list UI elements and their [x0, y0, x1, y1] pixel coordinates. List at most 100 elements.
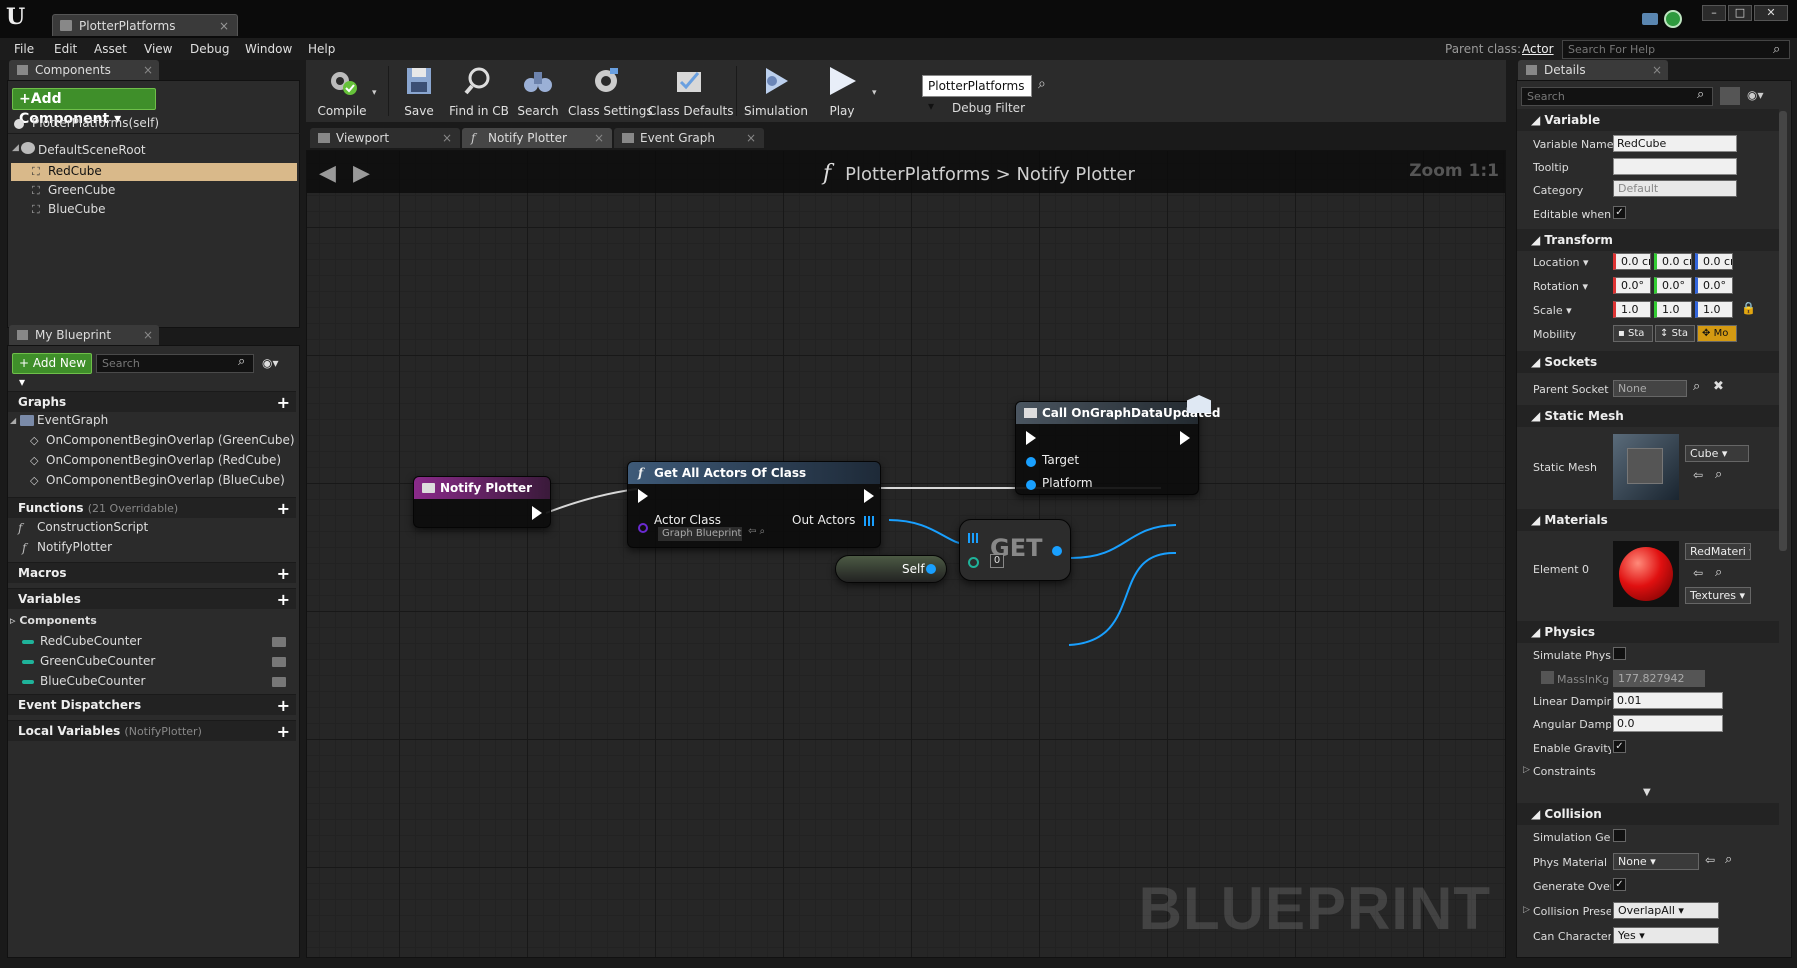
- material-select[interactable]: RedMateri ▾: [1685, 543, 1751, 560]
- macros-section-header[interactable]: Macros +: [8, 562, 296, 583]
- add-graph-icon[interactable]: +: [277, 392, 290, 413]
- view-options-icon[interactable]: ◉▾: [262, 356, 279, 370]
- event-item-red[interactable]: OnComponentBeginOverlap (RedCube): [46, 453, 281, 467]
- menu-window[interactable]: Window: [245, 42, 292, 56]
- close-tab-icon[interactable]: ×: [442, 128, 452, 148]
- add-variable-icon[interactable]: +: [277, 589, 290, 610]
- variable-red-cube-counter[interactable]: RedCubeCounter: [22, 634, 294, 648]
- close-window-button[interactable]: ✕: [1754, 5, 1788, 21]
- local-variables-section-header[interactable]: Local Variables (NotifyPlotter) +: [8, 720, 296, 741]
- category-select[interactable]: Default: [1613, 180, 1737, 197]
- expand-arrow-icon[interactable]: ▷: [1523, 905, 1530, 915]
- collision-preset-select[interactable]: OverlapAll ▾: [1613, 902, 1719, 919]
- can-character-select[interactable]: Yes ▾: [1613, 927, 1719, 944]
- menu-debug[interactable]: Debug: [190, 42, 229, 56]
- variable-section-header[interactable]: ◢ Variable: [1517, 109, 1779, 131]
- event-item-green[interactable]: OnComponentBeginOverlap (GreenCube): [46, 433, 295, 447]
- add-component-button[interactable]: +Add Component ▾: [12, 88, 156, 127]
- tooltip-input[interactable]: [1613, 158, 1737, 175]
- target-pin[interactable]: [1026, 457, 1036, 467]
- variables-section-header[interactable]: Variables +: [8, 588, 296, 609]
- scale-y-input[interactable]: 1.0: [1654, 301, 1692, 318]
- component-default-scene-root[interactable]: DefaultSceneRoot: [38, 143, 146, 157]
- component-blue-cube[interactable]: BlueCube: [48, 202, 106, 216]
- browse-icon[interactable]: ⌕: [1725, 852, 1732, 867]
- static-mesh-section-header[interactable]: ◢ Static Mesh: [1517, 405, 1779, 427]
- use-selected-arrow-icon[interactable]: ⇦: [1693, 468, 1703, 482]
- rotation-x-input[interactable]: 0.0°: [1613, 277, 1651, 294]
- menu-help[interactable]: Help: [308, 42, 335, 56]
- use-selected-arrow-icon[interactable]: ⇦: [1705, 853, 1715, 867]
- event-item-blue[interactable]: OnComponentBeginOverlap (BlueCube): [46, 473, 285, 487]
- components-category[interactable]: ▹ Components: [10, 614, 97, 627]
- debug-filter-select[interactable]: PlotterPlatforms ▾: [922, 75, 1032, 113]
- expand-arrow-icon[interactable]: ◢: [10, 416, 16, 425]
- component-red-cube[interactable]: RedCube: [48, 164, 102, 178]
- details-tab[interactable]: Details ×: [1518, 60, 1668, 80]
- mobility-movable-option[interactable]: ✥ Mo: [1697, 325, 1737, 342]
- function-construction-script[interactable]: ConstructionScript: [37, 520, 148, 534]
- close-tab-icon[interactable]: ×: [143, 60, 153, 80]
- unreal-logo-icon[interactable]: U: [6, 4, 25, 30]
- document-tab[interactable]: PlotterPlatforms ×: [52, 14, 238, 36]
- expand-arrow-icon[interactable]: ◢: [12, 143, 19, 153]
- transform-section-header[interactable]: ◢ Transform: [1517, 229, 1779, 251]
- rotation-z-input[interactable]: 0.0°: [1695, 277, 1733, 294]
- menu-asset[interactable]: Asset: [94, 42, 127, 56]
- scale-x-input[interactable]: 1.0: [1613, 301, 1651, 318]
- browse-icon[interactable]: ⌕: [1715, 565, 1722, 580]
- maximize-button[interactable]: □: [1728, 5, 1752, 21]
- enable-gravity-checkbox[interactable]: ✓: [1613, 740, 1626, 753]
- minimize-button[interactable]: –: [1702, 5, 1726, 21]
- index-pin[interactable]: [968, 557, 979, 568]
- exec-out-pin[interactable]: [864, 489, 874, 503]
- materials-section-header[interactable]: ◢ Materials: [1517, 509, 1779, 531]
- find-in-cb-button[interactable]: Find in CB: [448, 60, 510, 122]
- class-defaults-button[interactable]: Class Defaults: [648, 60, 733, 122]
- add-new-button[interactable]: + Add New ▾: [12, 353, 92, 389]
- close-tab-icon[interactable]: ×: [143, 325, 153, 345]
- close-tab-icon[interactable]: ×: [219, 15, 229, 37]
- mobility-static-option[interactable]: ▪ Sta: [1613, 325, 1653, 342]
- index-input[interactable]: 0: [990, 554, 1004, 568]
- linear-damping-input[interactable]: 0.01: [1613, 692, 1723, 709]
- location-y-input[interactable]: 0.0 cm: [1654, 253, 1692, 270]
- simulation-generates-checkbox[interactable]: [1613, 829, 1626, 842]
- add-local-variable-icon[interactable]: +: [277, 721, 290, 742]
- search-icon[interactable]: ⌕: [1038, 76, 1046, 92]
- textures-select[interactable]: Textures ▾: [1685, 587, 1751, 604]
- functions-section-header[interactable]: Functions (21 Overridable) +: [8, 497, 296, 518]
- use-selected-arrow-icon[interactable]: ⇦ ⌕: [748, 526, 765, 537]
- tab-viewport[interactable]: Viewport ×: [310, 128, 460, 148]
- search-button[interactable]: Search: [512, 60, 564, 122]
- mass-override-checkbox[interactable]: [1541, 671, 1554, 684]
- event-graph-item[interactable]: EventGraph: [37, 413, 108, 427]
- angular-damping-input[interactable]: 0.0: [1613, 715, 1723, 732]
- parent-class-link[interactable]: Actor: [1522, 42, 1554, 56]
- variable-blue-cube-counter[interactable]: BlueCubeCounter: [22, 674, 294, 688]
- exec-in-pin[interactable]: [1026, 431, 1036, 445]
- platform-pin[interactable]: [1026, 480, 1036, 490]
- exec-in-pin[interactable]: [638, 489, 648, 503]
- components-tab[interactable]: Components ×: [9, 60, 159, 80]
- physics-section-header[interactable]: ◢ Physics: [1517, 621, 1779, 643]
- browse-icon[interactable]: ⌕: [1715, 467, 1722, 482]
- exec-out-pin[interactable]: [532, 506, 542, 520]
- function-notify-plotter[interactable]: NotifyPlotter: [37, 540, 112, 554]
- search-icon[interactable]: ⌕: [1693, 379, 1700, 394]
- event-dispatchers-section-header[interactable]: Event Dispatchers +: [8, 694, 296, 715]
- tab-event-graph[interactable]: Event Graph ×: [614, 128, 764, 148]
- node-self[interactable]: Self: [835, 555, 947, 583]
- variable-name-input[interactable]: RedCube: [1613, 135, 1737, 152]
- add-dispatcher-icon[interactable]: +: [277, 695, 290, 716]
- static-mesh-select[interactable]: Cube ▾: [1685, 445, 1749, 462]
- collision-section-header[interactable]: ◢ Collision: [1517, 803, 1779, 825]
- item-out-pin[interactable]: [1052, 546, 1062, 556]
- class-pin[interactable]: [638, 523, 648, 533]
- variable-green-cube-counter[interactable]: GreenCubeCounter: [22, 654, 294, 668]
- simulate-physics-checkbox[interactable]: [1613, 647, 1626, 660]
- source-control-icon[interactable]: [1664, 10, 1682, 28]
- visibility-eye-icon[interactable]: [272, 637, 286, 647]
- editable-when-checkbox[interactable]: ✓: [1613, 206, 1626, 219]
- menu-view[interactable]: View: [144, 42, 172, 56]
